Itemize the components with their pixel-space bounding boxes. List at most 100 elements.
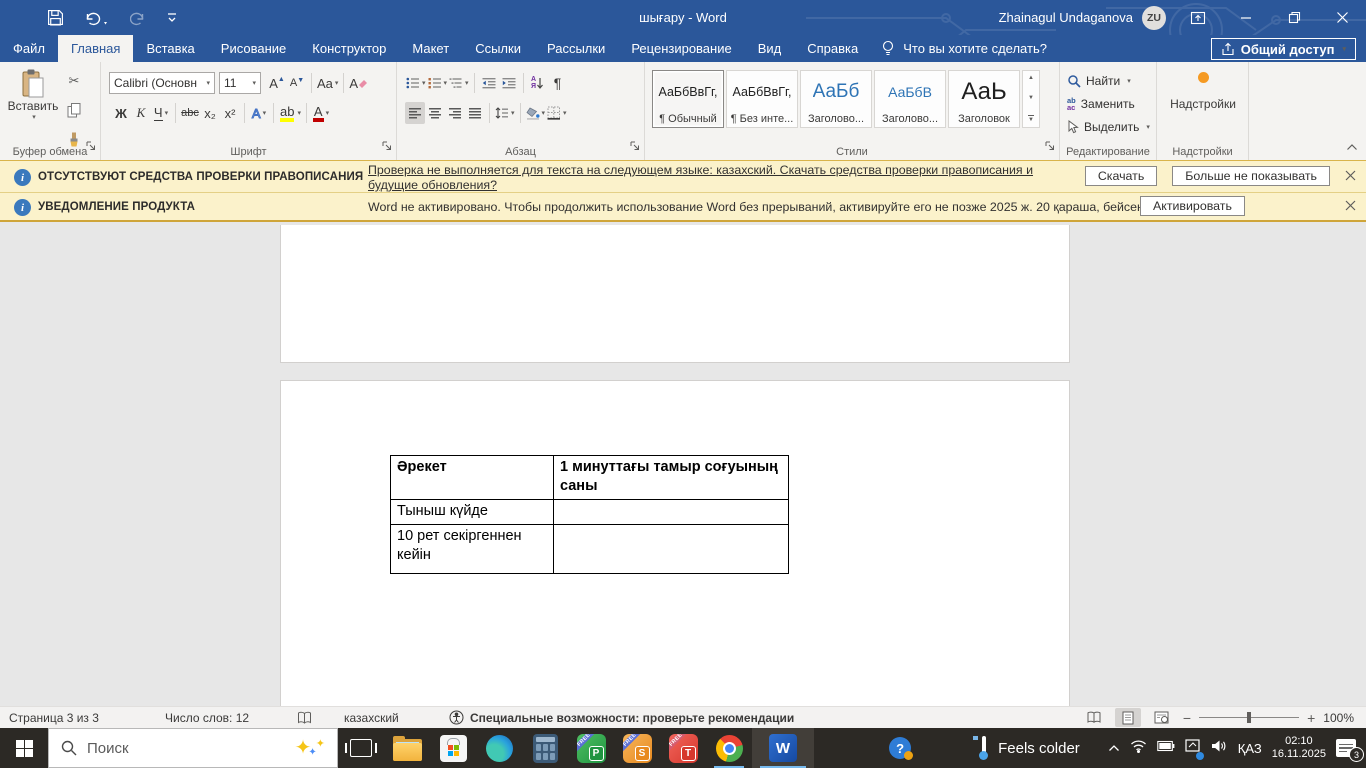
accessibility-icon[interactable]: [449, 707, 464, 728]
cut-icon[interactable]: ✂: [64, 70, 84, 92]
tab-file[interactable]: Файл: [0, 35, 58, 62]
spreadsheet-app-button[interactable]: FREE S: [614, 728, 660, 768]
proofing-icon[interactable]: [297, 707, 312, 728]
word-taskbar-button[interactable]: W: [752, 728, 814, 768]
styles-gallery-more-icon[interactable]: ▲ ▼ ▼: [1022, 70, 1040, 128]
table-cell[interactable]: [553, 523, 789, 574]
align-center-icon[interactable]: [425, 102, 445, 124]
ribbon-display-options-icon[interactable]: [1174, 0, 1222, 35]
tab-layout[interactable]: Макет: [399, 35, 462, 62]
strikethrough-button[interactable]: abc: [180, 102, 200, 124]
table-cell[interactable]: [553, 498, 789, 525]
style-title[interactable]: АаЬ Заголовок: [948, 70, 1020, 128]
tell-me-box[interactable]: Что вы хотите сделать?: [881, 35, 1047, 62]
borders-icon[interactable]: ▾: [546, 102, 568, 124]
tab-design[interactable]: Конструктор: [299, 35, 399, 62]
document-canvas[interactable]: Әрекет 1 минуттағы тамыр соғуының саны Т…: [0, 222, 1366, 706]
tab-draw[interactable]: Рисование: [208, 35, 299, 62]
start-button[interactable]: [0, 728, 48, 768]
styles-dialog-launcher-icon[interactable]: [1045, 138, 1055, 156]
avatar[interactable]: ZU: [1142, 5, 1166, 30]
tab-insert[interactable]: Вставка: [133, 35, 207, 62]
download-button[interactable]: Скачать: [1084, 166, 1158, 186]
file-explorer-button[interactable]: [384, 728, 430, 768]
activate-button[interactable]: Активировать: [1140, 196, 1245, 216]
multilevel-list-icon[interactable]: ▾: [448, 72, 470, 94]
word-count[interactable]: Число слов: 12: [165, 707, 249, 728]
help-icon[interactable]: ?: [889, 737, 914, 760]
text-effects-button[interactable]: А ▾: [249, 102, 269, 124]
highlight-button[interactable]: ab ▾: [278, 102, 302, 124]
hidden-icons-chevron-icon[interactable]: [1108, 739, 1120, 757]
zoom-slider-thumb[interactable]: [1247, 712, 1252, 723]
language-indicator[interactable]: ҚАЗ: [1238, 741, 1262, 756]
clear-formatting-button[interactable]: А: [348, 72, 369, 94]
copy-icon[interactable]: [64, 99, 84, 121]
show-paragraph-marks-icon[interactable]: ¶: [548, 72, 568, 94]
style-heading1[interactable]: АаБб Заголово...: [800, 70, 872, 128]
weather-status[interactable]: Feels colder: [998, 740, 1080, 757]
account-area[interactable]: Zhainagul Undaganova ZU: [999, 0, 1166, 35]
edge-button[interactable]: [476, 728, 522, 768]
tab-help[interactable]: Справка: [794, 35, 871, 62]
chrome-button[interactable]: [706, 728, 752, 768]
collapse-ribbon-icon[interactable]: [1346, 138, 1358, 156]
battery-icon[interactable]: [1157, 739, 1175, 757]
zoom-in-button[interactable]: +: [1307, 710, 1315, 726]
clock[interactable]: 02:10 16.11.2025: [1272, 735, 1326, 761]
language-indicator[interactable]: казахский: [344, 707, 399, 728]
zoom-level[interactable]: 100%: [1323, 711, 1354, 725]
wifi-icon[interactable]: [1130, 739, 1147, 758]
zoom-out-button[interactable]: −: [1183, 710, 1191, 726]
notification-link[interactable]: Проверка не выполняется для текста на сл…: [368, 163, 1073, 193]
grow-font-button[interactable]: А ▲: [267, 72, 287, 94]
close-icon[interactable]: [1318, 0, 1366, 35]
tab-review[interactable]: Рецензирование: [618, 35, 744, 62]
tab-view[interactable]: Вид: [745, 35, 795, 62]
minimize-icon[interactable]: [1222, 0, 1270, 35]
align-right-icon[interactable]: [445, 102, 465, 124]
weather-thermometer-icon[interactable]: [973, 736, 989, 760]
web-layout-icon[interactable]: [1149, 708, 1175, 727]
align-left-icon[interactable]: [405, 102, 425, 124]
style-no-spacing[interactable]: АаБбВвГг, ¶ Без инте...: [726, 70, 798, 128]
subscript-button[interactable]: x₂: [200, 102, 220, 124]
taskbar-search[interactable]: Поиск ✦ ✦ ✦: [48, 728, 338, 768]
justify-icon[interactable]: [465, 102, 485, 124]
microsoft-store-button[interactable]: [430, 728, 476, 768]
increase-indent-icon[interactable]: [499, 72, 519, 94]
font-name-combobox[interactable]: Calibri (Основн ▾: [109, 72, 215, 94]
shrink-font-button[interactable]: А ▼: [287, 72, 307, 94]
dont-show-again-button[interactable]: Больше не показывать: [1172, 166, 1330, 186]
addins-button[interactable]: Надстройки: [1167, 72, 1239, 111]
superscript-button[interactable]: x²: [220, 102, 240, 124]
tab-home[interactable]: Главная: [57, 35, 134, 62]
decrease-indent-icon[interactable]: [479, 72, 499, 94]
accessibility-status[interactable]: Специальные возможности: проверьте реком…: [470, 707, 794, 728]
share-button[interactable]: Общий доступ ▾: [1210, 38, 1356, 60]
style-normal[interactable]: АаБбВвГг, ¶ Обычный: [652, 70, 724, 128]
paste-button[interactable]: Вставить ▾: [8, 69, 58, 121]
document-page-3[interactable]: Әрекет 1 минуттағы тамыр соғуының саны Т…: [280, 380, 1070, 706]
bullets-icon[interactable]: ▾: [405, 72, 427, 94]
presentation-app-button[interactable]: FREE P: [568, 728, 614, 768]
zoom-slider[interactable]: [1199, 712, 1300, 723]
paragraph-dialog-launcher-icon[interactable]: [630, 138, 640, 156]
table-cell[interactable]: 10 рет секіргеннен кейін: [390, 523, 554, 574]
text-app-button[interactable]: FREE T: [660, 728, 706, 768]
italic-button[interactable]: К: [131, 102, 151, 124]
style-heading2[interactable]: АаБбВ Заголово...: [874, 70, 946, 128]
document-page-2-bottom[interactable]: [280, 225, 1070, 363]
page-indicator[interactable]: Страница 3 из 3: [9, 707, 99, 728]
underline-button[interactable]: Ч ▾: [151, 102, 171, 124]
numbering-icon[interactable]: ▾: [427, 72, 449, 94]
windows-ink-icon[interactable]: [1185, 738, 1204, 760]
print-layout-icon[interactable]: [1114, 708, 1141, 727]
table-cell[interactable]: Әрекет: [390, 455, 554, 500]
line-spacing-icon[interactable]: ▾: [494, 102, 516, 124]
table-cell[interactable]: 1 минуттағы тамыр соғуының саны: [553, 455, 789, 500]
find-button[interactable]: Найти ▾: [1067, 70, 1131, 91]
clipboard-dialog-launcher-icon[interactable]: [86, 138, 96, 156]
close-icon[interactable]: [1345, 198, 1356, 216]
change-case-button[interactable]: Aa ▾: [316, 72, 339, 94]
